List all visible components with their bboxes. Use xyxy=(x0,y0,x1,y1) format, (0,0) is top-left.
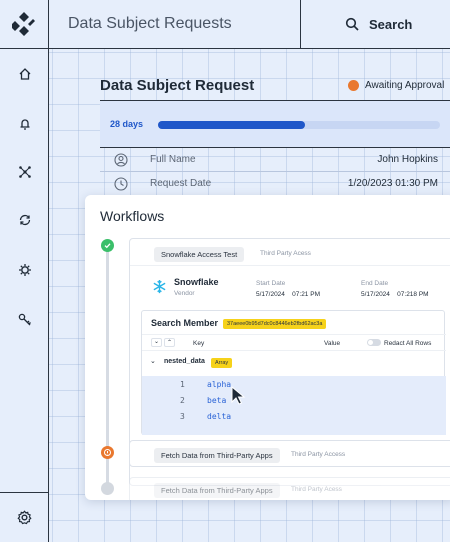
key-icon xyxy=(18,313,31,326)
clock-icon xyxy=(114,177,128,191)
step-type: Third Party Acess xyxy=(291,486,342,493)
home-icon xyxy=(19,68,30,80)
field-value: John Hopkins xyxy=(377,154,438,165)
member-id-badge: 37aeee0b95d7dc0c8446eb2fbd62ac3a xyxy=(223,319,327,329)
progress-fill xyxy=(158,121,305,129)
search-member-box: Search Member 37aeee0b95d7dc0c8446eb2fbd… xyxy=(141,310,446,435)
step-warning-icon xyxy=(101,446,114,459)
sidebar xyxy=(0,0,49,542)
field-label: Request Date xyxy=(150,178,212,189)
expand-all-button[interactable]: ⌃ xyxy=(164,338,175,347)
top-bar: Data Subject Requests Search xyxy=(49,0,450,49)
step-complete-icon xyxy=(101,239,114,252)
start-date-label: Start Date xyxy=(256,280,286,287)
settings-icon xyxy=(17,510,32,525)
nav-processes[interactable] xyxy=(0,257,49,283)
status-text: Awaiting Approval xyxy=(365,80,445,91)
nav-integrations[interactable] xyxy=(0,159,49,185)
nav-home[interactable] xyxy=(0,61,49,87)
redact-toggle[interactable] xyxy=(367,339,381,346)
workflow-step-card[interactable]: Fetch Data from Third-Party Apps Third P… xyxy=(129,440,450,467)
logo-icon xyxy=(12,12,35,36)
vendor-name: Snowflake xyxy=(174,277,219,287)
connections-icon xyxy=(18,166,31,178)
workflow-step-card[interactable]: Fetch Data from Third-Party Apps Third P… xyxy=(129,477,450,500)
list-item[interactable]: 3 delta xyxy=(180,412,231,421)
field-value: 1/20/2023 01:30 PM xyxy=(347,178,438,189)
divider xyxy=(130,265,450,266)
sync-icon xyxy=(19,214,30,226)
nav-sync[interactable] xyxy=(0,207,49,233)
nav-keys[interactable] xyxy=(0,307,49,333)
column-value: Value xyxy=(324,340,341,347)
array-values: 1 alpha 2 beta 3 delta xyxy=(142,376,446,435)
info-row-full-name: Full Name John Hopkins xyxy=(100,148,450,172)
search-button[interactable]: Search xyxy=(300,0,450,48)
search-label: Search xyxy=(369,16,413,32)
progress-track xyxy=(158,121,440,129)
search-icon xyxy=(345,17,359,31)
divider xyxy=(142,350,446,351)
cog-icon xyxy=(18,264,31,276)
field-name: nested_data xyxy=(164,358,205,365)
step-pending-icon xyxy=(101,482,114,495)
cursor-icon xyxy=(231,386,246,405)
user-icon xyxy=(114,153,128,167)
step-name: Fetch Data from Third-Party Apps xyxy=(154,483,280,498)
page-title: Data Subject Requests xyxy=(68,15,232,32)
end-date-label: End Date xyxy=(361,280,389,287)
column-key: Key xyxy=(193,340,205,347)
field-label: Full Name xyxy=(150,154,196,165)
list-item[interactable]: 1 alpha xyxy=(180,380,231,389)
search-member-title: Search Member xyxy=(151,318,219,328)
request-title: Data Subject Request xyxy=(100,77,255,94)
info-row-request-date: Request Date 1/20/2023 01:30 PM xyxy=(100,172,450,196)
chevron-down-icon[interactable]: ⌄ xyxy=(150,357,156,365)
snowflake-icon xyxy=(153,279,166,294)
status-dot xyxy=(348,80,359,91)
bell-icon xyxy=(20,119,29,130)
start-date: 5/17/2024 07:21 PM xyxy=(256,291,320,298)
redact-label: Redact All Rows xyxy=(384,340,432,347)
progress-panel: 28 days xyxy=(100,100,450,148)
status-badge: Awaiting Approval xyxy=(348,80,444,91)
step-name: Snowflake Access Test xyxy=(154,247,245,262)
workflows-title: Workflows xyxy=(100,208,165,224)
nav-notifications[interactable] xyxy=(0,111,49,137)
workflows-panel: Workflows Snowflake Access Test Third Pa… xyxy=(85,195,450,500)
nav-settings[interactable] xyxy=(0,492,49,542)
collapse-all-button[interactable]: ⌄ xyxy=(151,338,162,347)
step-type: Third Party Access xyxy=(291,451,346,458)
step-type: Third Party Acess xyxy=(260,250,311,257)
logo[interactable] xyxy=(0,0,48,49)
end-date: 5/17/2024 07:218 PM xyxy=(361,291,429,298)
vendor-role: Vendor xyxy=(174,290,195,297)
step-name: Fetch Data from Third-Party Apps xyxy=(154,448,280,463)
divider xyxy=(142,334,446,335)
field-type-badge: Array xyxy=(211,358,233,368)
days-label: 28 days xyxy=(110,119,144,129)
list-item[interactable]: 2 beta xyxy=(180,396,226,405)
